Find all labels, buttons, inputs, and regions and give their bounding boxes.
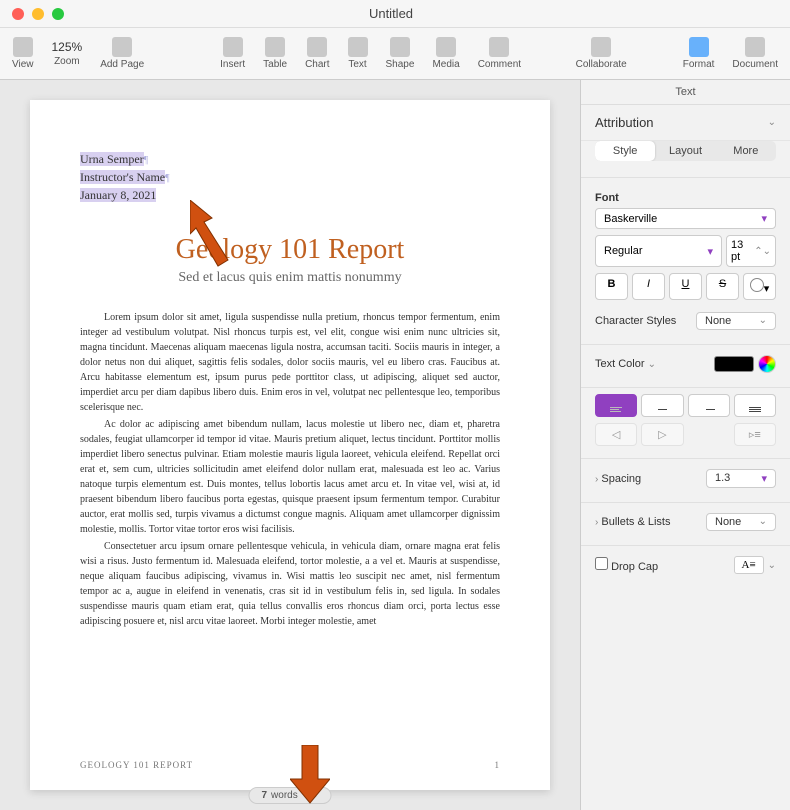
document-subtitle[interactable]: Sed et lacus quis enim mattis nonummy [80,270,500,286]
text-color-label: Text Color ⌄ [595,358,656,370]
shape-button[interactable]: Shape [386,37,415,70]
char-styles-dropdown[interactable]: None⌄ [696,312,776,330]
pilcrow-icon: ¶ [144,155,149,166]
document-page[interactable]: Urna Semper¶ Instructor's Name¶ January … [30,100,550,790]
add-page-button[interactable]: Add Page [100,37,144,70]
text-style-buttons: B I U S ▾ [595,273,776,300]
align-justify-button[interactable] [734,394,776,417]
header-name[interactable]: Urna Semper [80,152,144,166]
segment-more[interactable]: More [716,141,776,161]
segment-style[interactable]: Style [595,141,655,161]
document-title[interactable]: Geology 101 Report [80,234,500,266]
window-titlebar: Untitled [0,0,790,28]
insert-menu[interactable]: Insert [220,37,245,70]
media-button[interactable]: Media [432,37,459,70]
color-picker-icon[interactable] [758,355,776,373]
table-button[interactable]: Table [263,37,287,70]
text-options-button[interactable]: ▾ [743,273,776,300]
footer-page-number: 1 [495,760,501,770]
align-left-button[interactable] [595,394,637,417]
dropcap-style-button[interactable]: A≡ [734,556,764,574]
chart-button[interactable]: Chart [305,37,329,70]
window-title: Untitled [64,6,718,21]
align-right-button[interactable] [688,394,730,417]
main-area: Urna Semper¶ Instructor's Name¶ January … [0,80,790,810]
alignment-buttons [595,394,776,417]
dropcap-label: Drop Cap [595,557,658,573]
body-text[interactable]: Lorem ipsum dolor sit amet, ligula suspe… [80,310,500,629]
document-canvas[interactable]: Urna Semper¶ Instructor's Name¶ January … [0,80,580,810]
underline-button[interactable]: U [669,273,702,300]
outdent-button[interactable]: ◁ [595,423,637,446]
bullets-label[interactable]: › Bullets & Lists [595,516,671,528]
chevron-down-icon: ⌄ [768,117,776,128]
align-center-button[interactable] [641,394,683,417]
indent-button[interactable]: ▷ [641,423,683,446]
format-sidebar: Text Attribution⌄ Style Layout More Font… [580,80,790,810]
gear-icon [750,278,764,292]
indent-buttons: ◁ ▷ ▹≡ [595,423,776,446]
chevron-down-icon[interactable]: ⌄ [768,560,776,571]
comment-button[interactable]: Comment [478,37,521,70]
text-color-swatch[interactable] [714,356,754,372]
close-icon[interactable] [12,8,24,20]
paragraph-style-picker[interactable]: Attribution⌄ [581,105,790,141]
bold-button[interactable]: B [595,273,628,300]
sidebar-tab-text[interactable]: Text [581,80,790,105]
fullscreen-icon[interactable] [52,8,64,20]
annotation-arrow-icon [290,745,330,805]
dropcap-checkbox[interactable] [595,557,608,570]
document-button[interactable]: Document [732,37,778,70]
toolbar: View 125%Zoom Add Page Insert Table Char… [0,28,790,80]
list-indent-button[interactable]: ▹≡ [734,423,776,446]
char-styles-label: Character Styles [595,315,676,327]
font-label: Font [595,192,776,204]
spacing-label[interactable]: › Spacing [595,473,641,485]
format-button[interactable]: Format [683,37,715,70]
minimize-icon[interactable] [32,8,44,20]
text-button[interactable]: Text [348,37,368,70]
header-block[interactable]: Urna Semper¶ Instructor's Name¶ January … [80,150,500,204]
spacing-dropdown[interactable]: 1.3▾ [706,469,776,488]
strike-button[interactable]: S [706,273,739,300]
view-menu[interactable]: View [12,37,34,70]
bullets-dropdown[interactable]: None⌄ [706,513,776,531]
italic-button[interactable]: I [632,273,665,300]
collaborate-button[interactable]: Collaborate [576,37,627,70]
pilcrow-icon: ¶ [165,173,170,184]
style-layout-more-segment[interactable]: Style Layout More [595,141,776,161]
traffic-lights [12,8,64,20]
footer-left: GEOLOGY 101 REPORT [80,760,193,770]
font-family-dropdown[interactable]: Baskerville▾ [595,208,776,229]
font-size-stepper[interactable]: 13 pt⌃⌄ [726,235,776,267]
zoom-control[interactable]: 125%Zoom [52,40,83,67]
font-weight-dropdown[interactable]: Regular▾ [595,235,722,267]
header-date[interactable]: January 8, 2021 [80,188,156,202]
annotation-arrow-icon [190,200,250,270]
segment-layout[interactable]: Layout [655,141,715,161]
header-instructor[interactable]: Instructor's Name [80,170,165,184]
